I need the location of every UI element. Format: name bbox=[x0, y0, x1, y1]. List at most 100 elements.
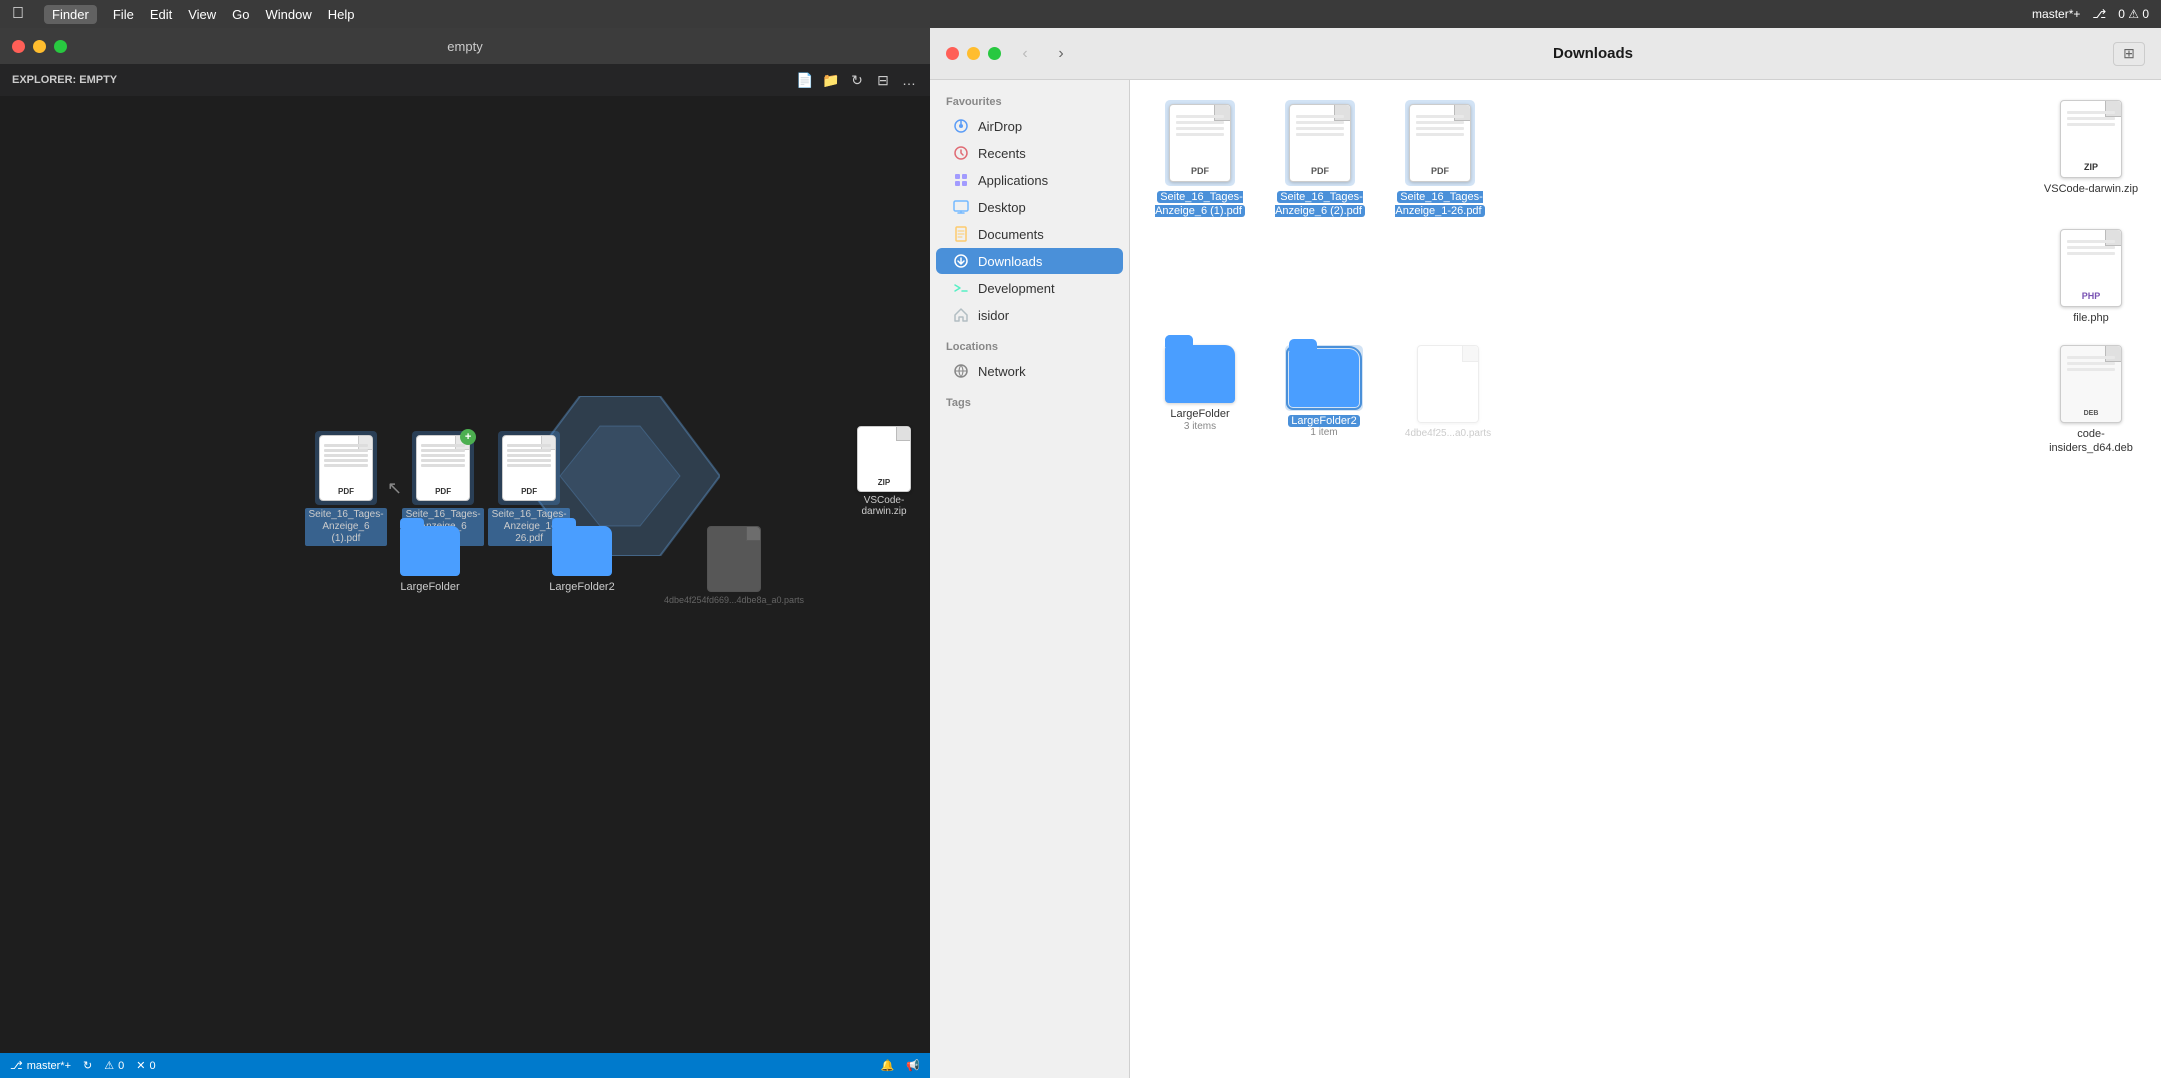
close-button[interactable] bbox=[12, 40, 25, 53]
documents-label: Documents bbox=[978, 227, 1044, 242]
refresh-icon[interactable]: ↻ bbox=[848, 71, 866, 89]
pdf-icon-1 bbox=[319, 435, 373, 501]
menubar-finder[interactable]: Finder bbox=[44, 5, 97, 24]
menubar-view[interactable]: View bbox=[188, 7, 216, 22]
statusbar-sync[interactable]: ↻ bbox=[83, 1059, 92, 1072]
maximize-button[interactable] bbox=[54, 40, 67, 53]
menubar-window[interactable]: Window bbox=[266, 7, 312, 22]
main-area: empty EXPLORER: EMPTY 📄 📁 ↻ ⊟ … bbox=[0, 28, 2161, 1078]
drag-file-1[interactable]: Seite_16_Tages-Anzeige_6 (1).pdf bbox=[305, 431, 387, 546]
pdf-icon-3 bbox=[502, 435, 556, 501]
new-file-icon[interactable]: 📄 bbox=[796, 71, 814, 89]
finder-pdf2-label-text: Seite_16_Tages-Anzeige_6 (2).pdf bbox=[1275, 191, 1365, 217]
vscode-window: empty EXPLORER: EMPTY 📄 📁 ↻ ⊟ … bbox=[0, 28, 930, 1078]
finder-pdf2[interactable]: Seite_16_Tages-Anzeige_6 (2).pdf bbox=[1270, 100, 1370, 219]
sidebar-item-isidor[interactable]: isidor bbox=[936, 302, 1123, 328]
php-file[interactable]: PHP file.php bbox=[920, 526, 930, 606]
new-folder-icon[interactable]: 📁 bbox=[822, 71, 840, 89]
vscode-titlebar: empty bbox=[0, 28, 930, 64]
explorer-label: EXPLORER: EMPTY bbox=[12, 74, 117, 86]
zip-file[interactable]: ZIP VSCode-darwin.zip bbox=[845, 426, 923, 517]
applications-icon bbox=[952, 171, 970, 189]
finder-pdf1-label: Seite_16_Tages-Anzeige_6 (1).pdf bbox=[1150, 190, 1250, 219]
error-icon: ✕ bbox=[136, 1059, 145, 1072]
downloads-label: Downloads bbox=[978, 254, 1042, 269]
pdf-icon-2 bbox=[416, 435, 470, 501]
finder-largefolder2-label-text: LargeFolder2 bbox=[1288, 415, 1359, 427]
isidor-icon bbox=[952, 306, 970, 324]
menubar-help[interactable]: Help bbox=[328, 7, 355, 22]
apple-menu-icon[interactable]:  bbox=[12, 5, 24, 23]
minimize-button[interactable] bbox=[33, 40, 46, 53]
finder-content-row2: PHP file.php bbox=[1150, 229, 2141, 325]
menubar-edit[interactable]: Edit bbox=[150, 7, 172, 22]
finder-forward-button[interactable]: › bbox=[1049, 42, 1073, 66]
sidebar-item-applications[interactable]: Applications bbox=[936, 167, 1123, 193]
finder-traffic-lights bbox=[946, 47, 1001, 60]
finder-content-row3: LargeFolder 3 items LargeFolder2 bbox=[1150, 345, 2141, 456]
finder-content-row1: Seite_16_Tages-Anzeige_6 (1).pdf bbox=[1150, 100, 2141, 219]
branch-name: master*+ bbox=[27, 1060, 71, 1072]
menubar-go[interactable]: Go bbox=[232, 7, 249, 22]
sidebar-item-downloads[interactable]: Downloads bbox=[936, 248, 1123, 274]
traffic-lights bbox=[12, 40, 67, 53]
partial-file-label: 4dbe4f254fd669...4dbe8a_a0.parts bbox=[664, 595, 804, 605]
sync-icon: ↻ bbox=[83, 1059, 92, 1072]
sidebar-item-development[interactable]: Development bbox=[936, 275, 1123, 301]
sidebar-item-desktop[interactable]: Desktop bbox=[936, 194, 1123, 220]
zip-file-icon: ZIP bbox=[857, 426, 911, 492]
finder-zip[interactable]: ZIP VSCode-darwin.zip bbox=[2041, 100, 2141, 219]
php-text: PHP bbox=[2082, 291, 2101, 301]
sidebar-item-network[interactable]: Network bbox=[936, 358, 1123, 384]
finder-pdf1-highlight bbox=[1165, 100, 1235, 186]
finder-close-button[interactable] bbox=[946, 47, 959, 60]
finder-main: Favourites AirDrop bbox=[930, 80, 2161, 1078]
finder-zip-label: VSCode-darwin.zip bbox=[2044, 182, 2138, 196]
partial-file-icon bbox=[707, 526, 761, 592]
large-folder2-label: LargeFolder2 bbox=[549, 581, 614, 593]
finder-deb-icon: DEB bbox=[2060, 345, 2122, 423]
finder-largefolder-label: LargeFolder bbox=[1170, 407, 1229, 421]
more-actions-icon[interactable]: … bbox=[900, 71, 918, 89]
php-file-area: PHP file.php bbox=[920, 526, 930, 606]
sidebar-item-recents[interactable]: Recents bbox=[936, 140, 1123, 166]
statusbar-notification-icon[interactable]: 🔔 bbox=[881, 1059, 895, 1072]
finder-minimize-button[interactable] bbox=[967, 47, 980, 60]
favourites-label: Favourites bbox=[930, 92, 1129, 112]
statusbar-branch[interactable]: ⎇ master*+ bbox=[10, 1059, 71, 1072]
statusbar-broadcast-icon[interactable]: 📢 bbox=[906, 1059, 920, 1072]
finder-pdf1-icon bbox=[1169, 104, 1231, 182]
finder-largefolder-count: 3 items bbox=[1184, 421, 1216, 432]
warning-count: 0 bbox=[118, 1060, 124, 1072]
right-files: ZIP VSCode-darwin.zip bbox=[845, 426, 923, 517]
menubar:  Finder File Edit View Go Window Help m… bbox=[0, 0, 2161, 28]
large-folder2-icon bbox=[552, 526, 612, 576]
finder-maximize-button[interactable] bbox=[988, 47, 1001, 60]
statusbar-errors[interactable]: ✕ 0 bbox=[136, 1059, 155, 1072]
finder-back-button[interactable]: ‹ bbox=[1013, 42, 1037, 66]
finder-partial-label: 4dbe4f25...a0.parts bbox=[1405, 427, 1491, 440]
network-icon bbox=[952, 362, 970, 380]
sidebar-item-airdrop[interactable]: AirDrop bbox=[936, 113, 1123, 139]
finder-largefolder2[interactable]: LargeFolder2 1 item bbox=[1274, 345, 1374, 456]
statusbar-warnings[interactable]: ⚠ 0 bbox=[104, 1059, 124, 1072]
documents-icon bbox=[952, 225, 970, 243]
finder-largefolder[interactable]: LargeFolder 3 items bbox=[1150, 345, 1250, 456]
finder-php[interactable]: PHP file.php bbox=[2041, 229, 2141, 325]
locations-label: Locations bbox=[930, 337, 1129, 357]
collapse-icon[interactable]: ⊟ bbox=[874, 71, 892, 89]
finder-pdf3-label: Seite_16_Tages-Anzeige_1-26.pdf bbox=[1390, 190, 1490, 219]
finder-pdf3[interactable]: Seite_16_Tages-Anzeige_1-26.pdf bbox=[1390, 100, 1490, 219]
sidebar-item-documents[interactable]: Documents bbox=[936, 221, 1123, 247]
deb-text: DEB bbox=[2084, 410, 2099, 417]
large-folder[interactable]: LargeFolder bbox=[390, 526, 470, 605]
finder-view-options-button[interactable]: ⊞ bbox=[2113, 42, 2145, 66]
vscode-title: empty bbox=[447, 39, 482, 54]
finder-deb[interactable]: DEB code-insiders_d64.deb bbox=[2041, 345, 2141, 456]
drag-file-1-label: Seite_16_Tages-Anzeige_6 (1).pdf bbox=[305, 508, 387, 546]
tags-label: Tags bbox=[930, 393, 1129, 413]
finder-window: ‹ › Downloads ⊞ Favourites AirDrop bbox=[930, 28, 2161, 1078]
finder-pdf1[interactable]: Seite_16_Tages-Anzeige_6 (1).pdf bbox=[1150, 100, 1250, 219]
menubar-file[interactable]: File bbox=[113, 7, 134, 22]
large-folder2[interactable]: LargeFolder2 bbox=[542, 526, 622, 605]
